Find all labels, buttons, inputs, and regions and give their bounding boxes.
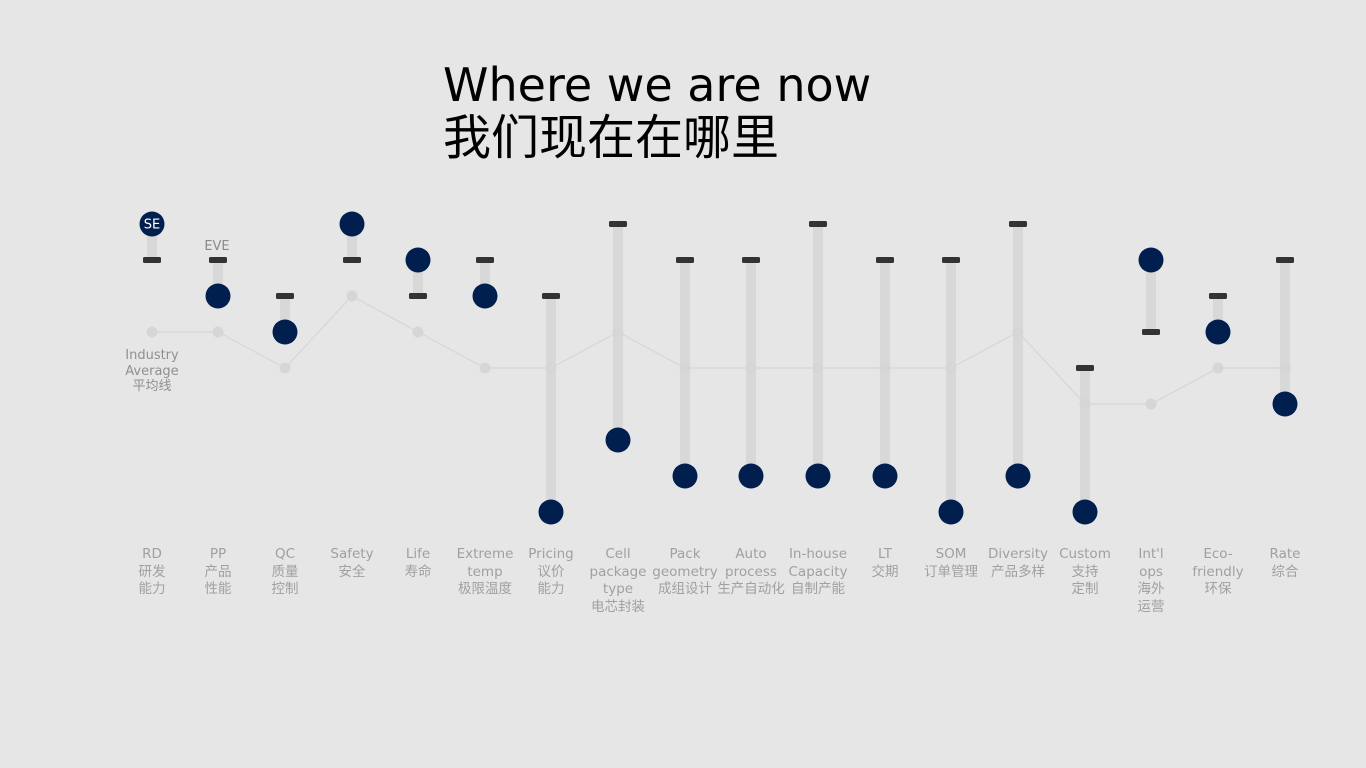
eve-marker [1142, 329, 1160, 335]
eve-marker [143, 257, 161, 263]
industry-average-line [152, 295, 1285, 405]
industry-average-point [1212, 362, 1224, 374]
eve-marker [1276, 257, 1294, 263]
se-marker [1072, 499, 1098, 525]
se-marker [472, 283, 498, 309]
industry-average-point [679, 362, 691, 374]
avg-label-line: Average [125, 363, 179, 379]
industry-average-point [545, 362, 557, 374]
industry-average-point [812, 362, 824, 374]
category-label-line: Rate [1269, 546, 1301, 562]
industry-average-point [212, 326, 224, 338]
se-marker [1272, 391, 1298, 417]
industry-average-point [479, 362, 491, 374]
se-marker [738, 463, 764, 489]
range-bar [546, 296, 556, 512]
eve-marker [942, 257, 960, 263]
se-marker [938, 499, 964, 525]
eve-marker [276, 293, 294, 299]
industry-average-point [1279, 362, 1291, 374]
eve-marker [1009, 221, 1027, 227]
eve-marker [876, 257, 894, 263]
industry-average-point [879, 362, 891, 374]
industry-average-point [612, 326, 624, 338]
se-marker [272, 319, 298, 345]
eve-marker [742, 257, 760, 263]
eve-marker [676, 257, 694, 263]
category-label-line: 运营 [1137, 598, 1165, 615]
industry-average-label: Industry Average 平均线 [107, 348, 197, 395]
category-label-line: 环保 [1204, 581, 1232, 597]
eve-marker [1076, 365, 1094, 371]
range-bar [813, 224, 823, 476]
industry-average-point [412, 326, 424, 338]
avg-label-line: Industry [125, 348, 179, 363]
eve-marker [209, 257, 227, 263]
industry-average-point [1079, 398, 1091, 410]
se-marker [672, 463, 698, 489]
industry-average-point [346, 290, 358, 302]
eve-marker [809, 221, 827, 227]
se-marker [405, 247, 431, 273]
comparison-chart: SE [139, 211, 1298, 525]
avg-label-line: 平均线 [132, 379, 172, 394]
se-marker [1205, 319, 1231, 345]
category-label-line: 自制产能 [791, 581, 845, 597]
industry-average-point [146, 326, 158, 338]
category-label-line: 电芯封装 [591, 598, 645, 615]
industry-average-point [745, 362, 757, 374]
eve-legend-label: EVE [204, 239, 230, 254]
category-label-line: 综合 [1271, 563, 1299, 580]
category-label-line: 控制 [271, 581, 299, 597]
eve-marker [476, 257, 494, 263]
range-bar [1280, 260, 1290, 404]
eve-marker [409, 293, 427, 299]
range-bar [1013, 224, 1023, 476]
se-marker [805, 463, 831, 489]
eve-marker [609, 221, 627, 227]
se-marker [205, 283, 231, 309]
industry-average-point [945, 362, 957, 374]
eve-marker [343, 257, 361, 263]
category-label: Rate 综合 [1240, 546, 1330, 581]
eve-marker [542, 293, 560, 299]
range-bar [1080, 368, 1090, 512]
se-marker [1138, 247, 1164, 273]
eve-marker [1209, 293, 1227, 299]
industry-average-point [1012, 326, 1024, 338]
industry-average-point [279, 362, 291, 374]
industry-average-point [1145, 398, 1157, 410]
se-marker [605, 427, 631, 453]
se-marker [1005, 463, 1031, 489]
se-legend-label: SE [144, 218, 160, 233]
range-bar [946, 260, 956, 512]
se-marker [339, 211, 365, 237]
se-marker [872, 463, 898, 489]
se-marker [538, 499, 564, 525]
